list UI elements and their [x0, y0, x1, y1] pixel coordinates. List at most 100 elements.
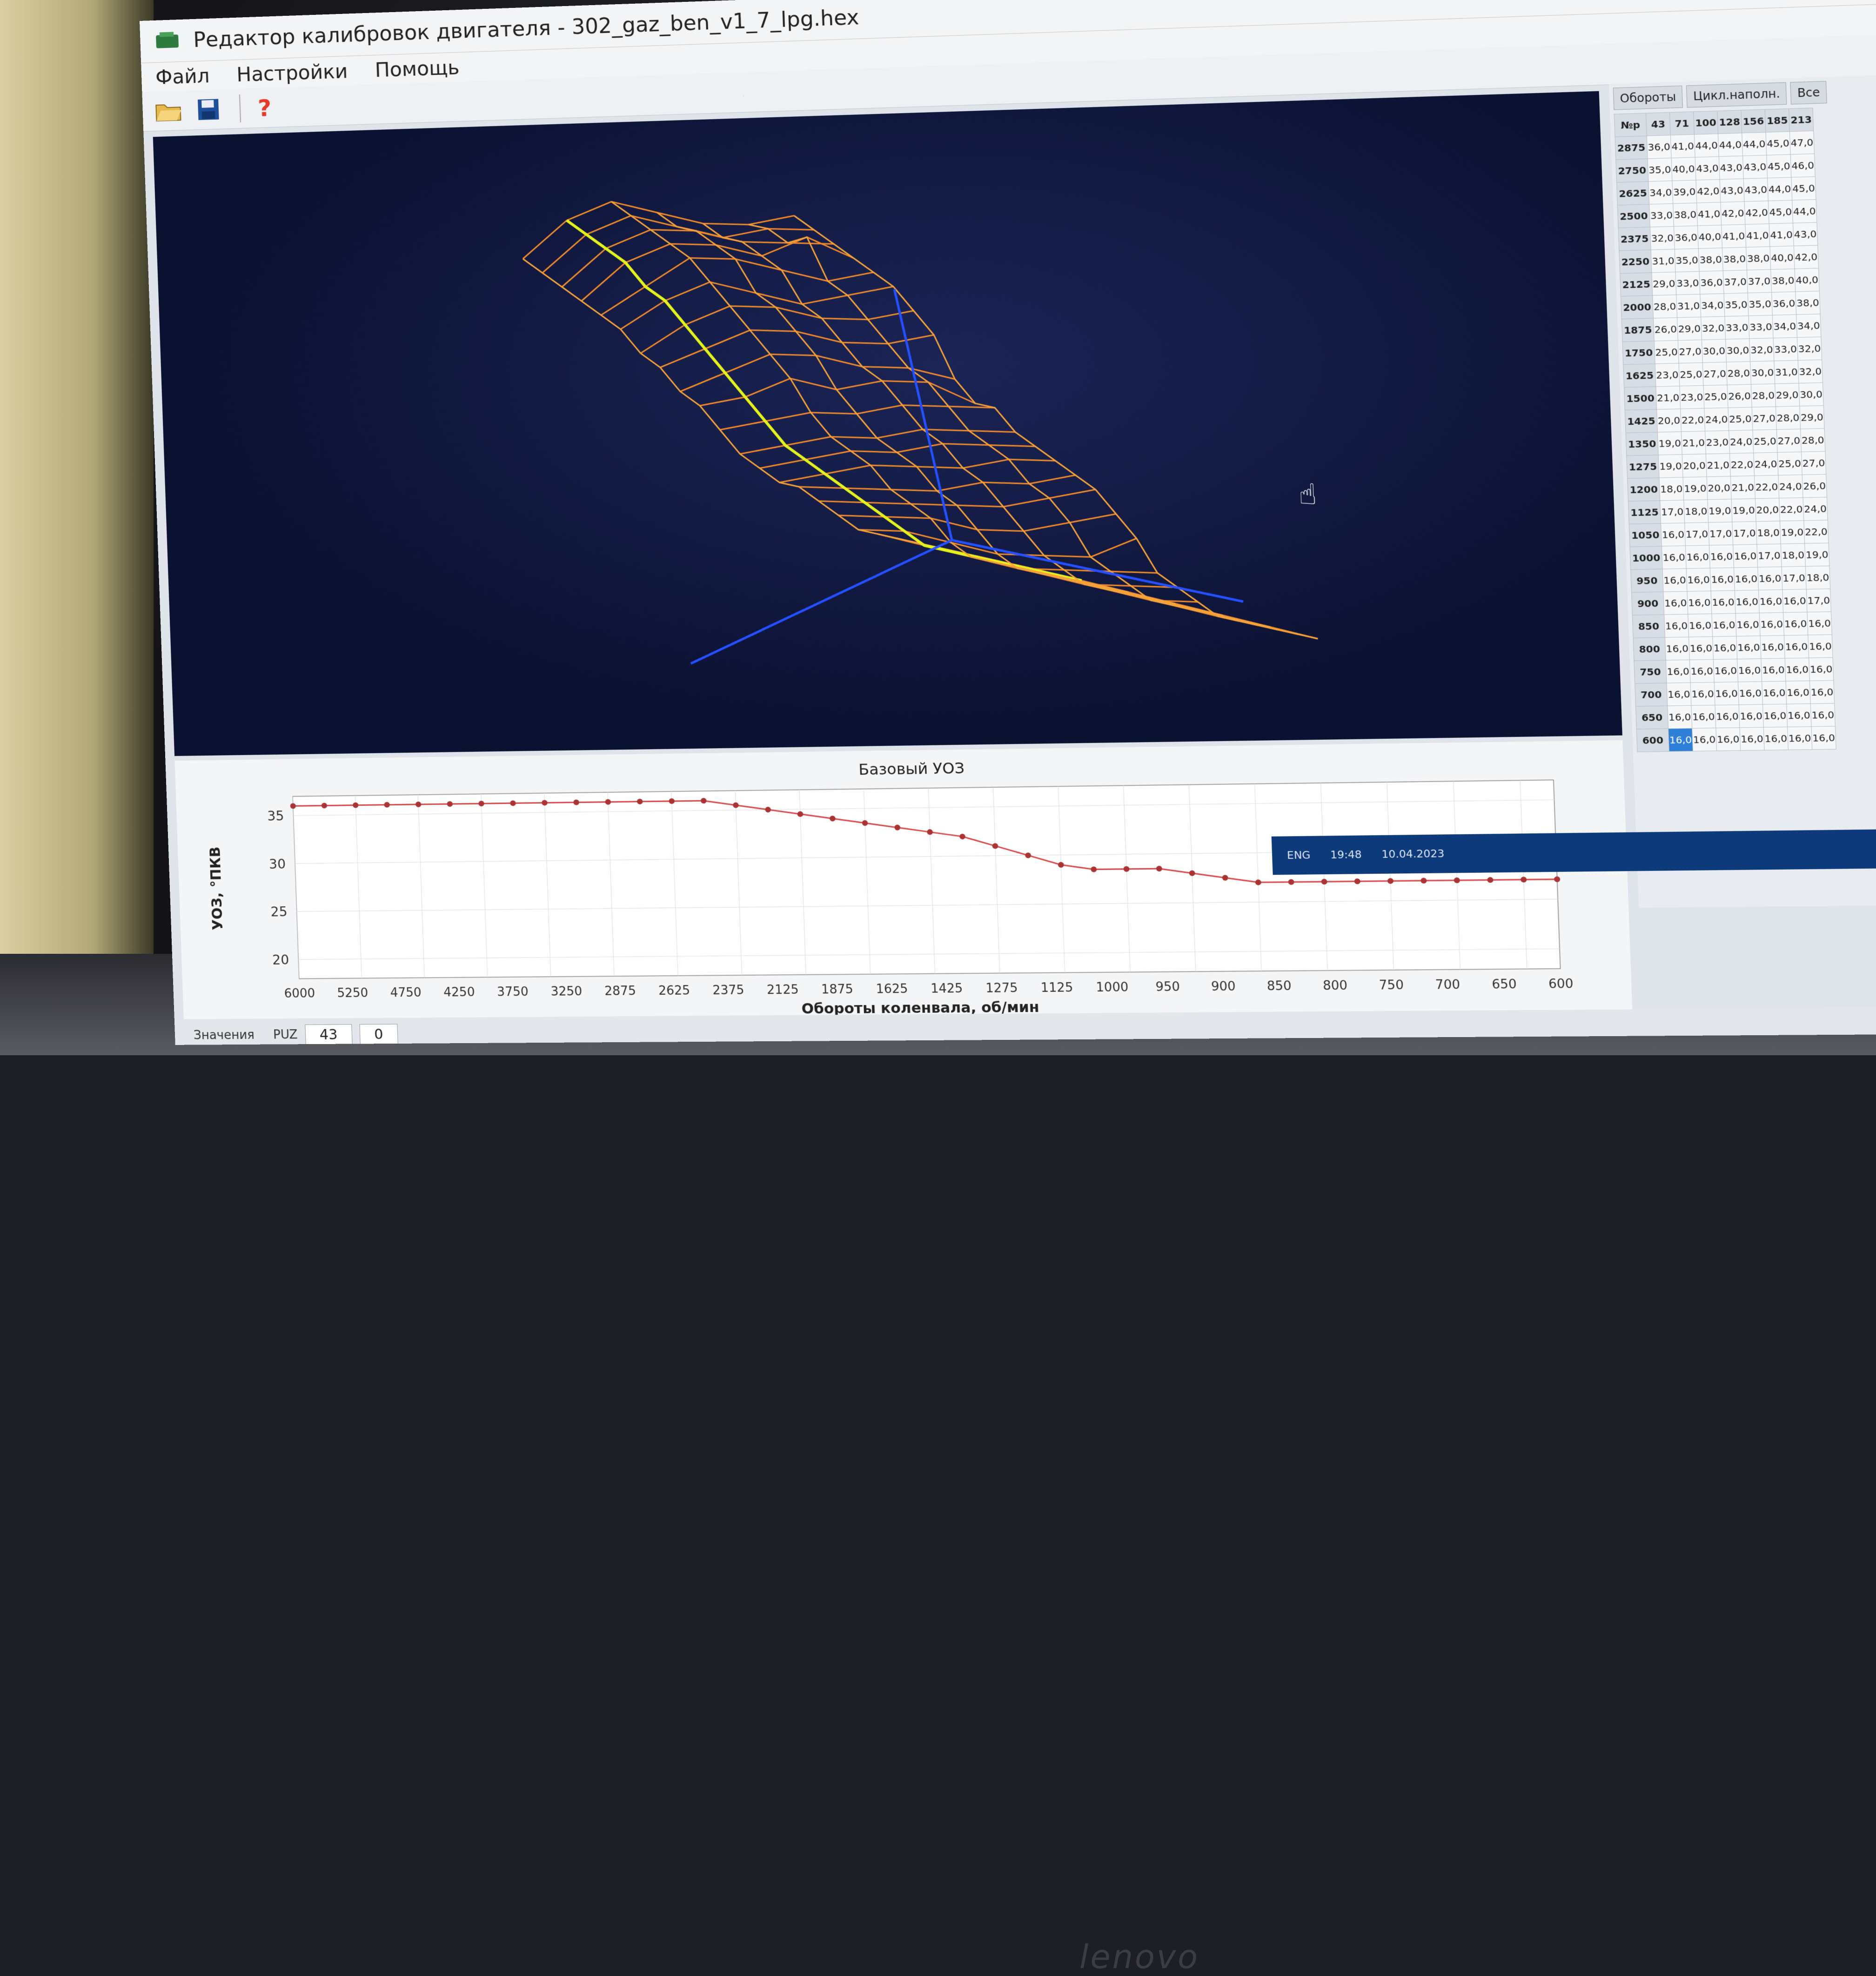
table-cell[interactable]: 18,0 — [1659, 477, 1684, 501]
table-cell[interactable]: 33,0 — [1649, 203, 1674, 228]
table-cell[interactable]: 19,0 — [1780, 520, 1805, 544]
language-indicator[interactable]: ENG — [1287, 849, 1311, 861]
table-cell[interactable]: 16,0 — [1709, 544, 1734, 569]
table-row-header[interactable]: 950 — [1630, 569, 1663, 593]
table-cell[interactable]: 45,0 — [1768, 200, 1793, 224]
table-cell[interactable]: 27,0 — [1776, 429, 1802, 453]
table-row-header[interactable]: 1200 — [1627, 477, 1660, 502]
table-row-header[interactable]: 2000 — [1621, 295, 1654, 319]
table-cell[interactable]: 40,0 — [1769, 246, 1795, 270]
table-row-header[interactable]: 1000 — [1630, 546, 1663, 570]
table-cell[interactable]: 16,0 — [1737, 658, 1762, 682]
table-cell[interactable]: 16,0 — [1761, 658, 1786, 682]
table-cell[interactable]: 22,0 — [1803, 520, 1829, 543]
table-cell[interactable]: 19,0 — [1731, 498, 1756, 522]
menu-file[interactable]: Файл — [155, 64, 210, 89]
save-disk-icon[interactable] — [192, 93, 226, 126]
table-row-header[interactable]: 2750 — [1615, 159, 1648, 183]
table-cell[interactable]: 31,0 — [1774, 360, 1799, 384]
table-cell[interactable]: 16,0 — [1711, 613, 1736, 637]
table-cell[interactable]: 16,0 — [1809, 680, 1835, 704]
close-button[interactable]: ✕ — [1868, 0, 1876, 4]
table-cell[interactable]: 16,0 — [1690, 682, 1715, 706]
table-cell[interactable]: 35,0 — [1748, 292, 1773, 316]
table-cell[interactable]: 16,0 — [1783, 612, 1808, 636]
table-cell[interactable]: 43,0 — [1720, 179, 1745, 202]
table-cell[interactable]: 36,0 — [1647, 135, 1672, 159]
table-cell[interactable]: 18,0 — [1781, 543, 1806, 567]
table-cell[interactable]: 45,0 — [1791, 176, 1816, 201]
table-row-header[interactable]: 1125 — [1628, 500, 1661, 524]
table-cell[interactable]: 24,0 — [1753, 452, 1778, 476]
table-cell[interactable]: 16,0 — [1784, 635, 1809, 658]
table-cell[interactable]: 36,0 — [1674, 226, 1699, 249]
table-cell[interactable]: 16,0 — [1739, 727, 1765, 750]
table-cell[interactable]: 16,0 — [1664, 614, 1689, 637]
table-cell[interactable]: 35,0 — [1724, 293, 1749, 317]
table-cell[interactable]: 45,0 — [1766, 154, 1791, 178]
table-cell[interactable]: 43,0 — [1695, 156, 1720, 181]
table-cell[interactable]: 44,0 — [1718, 133, 1743, 157]
table-cell[interactable]: 17,0 — [1708, 522, 1733, 545]
table-cell[interactable]: 16,0 — [1762, 681, 1787, 704]
table-cell[interactable]: 36,0 — [1771, 291, 1796, 315]
table-cell[interactable]: 23,0 — [1679, 385, 1704, 409]
table-cell[interactable]: 38,0 — [1770, 268, 1796, 293]
table-cell[interactable]: 16,0 — [1691, 705, 1716, 729]
table-cell[interactable]: 16,0 — [1667, 705, 1692, 729]
table-cell[interactable]: 33,0 — [1773, 337, 1798, 361]
table-cell[interactable]: 46,0 — [1790, 154, 1816, 178]
table-cell[interactable]: 32,0 — [1798, 360, 1823, 383]
table-cell[interactable]: 34,0 — [1700, 293, 1725, 317]
table-row-header[interactable]: 600 — [1636, 729, 1669, 752]
table-cell[interactable]: 26,0 — [1727, 384, 1752, 408]
table-cell[interactable]: 16,0 — [1759, 612, 1784, 636]
table-cell[interactable]: 16,0 — [1714, 682, 1739, 705]
table-cell[interactable]: 33,0 — [1675, 271, 1700, 295]
table-cell[interactable]: 16,0 — [1785, 658, 1810, 682]
table-cell[interactable]: 27,0 — [1678, 340, 1703, 363]
puz-value-field[interactable]: 43 — [304, 1024, 353, 1045]
table-cell[interactable]: 32,0 — [1749, 338, 1774, 362]
table-cell[interactable]: 41,0 — [1769, 223, 1794, 247]
table-cell[interactable]: 26,0 — [1653, 317, 1678, 341]
table-cell[interactable]: 28,0 — [1726, 361, 1751, 385]
table-cell[interactable]: 30,0 — [1799, 382, 1824, 406]
table-cell[interactable]: 16,0 — [1786, 703, 1811, 727]
table-row-header[interactable]: 2500 — [1617, 204, 1650, 228]
table-cell[interactable]: 16,0 — [1738, 681, 1763, 705]
table-row-header[interactable]: 1625 — [1623, 363, 1656, 388]
table-cell[interactable]: 37,0 — [1723, 270, 1748, 294]
table-cell[interactable]: 16,0 — [1735, 613, 1761, 636]
table-cell[interactable]: 28,0 — [1800, 428, 1825, 452]
table-cell[interactable]: 17,0 — [1782, 566, 1807, 590]
open-folder-icon[interactable] — [152, 94, 185, 127]
table-cell[interactable]: 38,0 — [1698, 248, 1723, 272]
table-cell[interactable]: 22,0 — [1754, 475, 1779, 499]
table-cell[interactable]: 17,0 — [1684, 522, 1709, 546]
table-cell[interactable]: 30,0 — [1702, 339, 1727, 363]
table-row-header[interactable]: 1050 — [1629, 523, 1662, 547]
table-cell[interactable]: 22,0 — [1779, 497, 1804, 521]
table-cell[interactable]: 17,0 — [1806, 589, 1831, 612]
table-row-header[interactable]: 2375 — [1618, 227, 1651, 251]
table-cell[interactable]: 25,0 — [1703, 385, 1728, 409]
table-cell[interactable]: 16,0 — [1808, 634, 1833, 658]
table-cell[interactable]: 25,0 — [1728, 407, 1753, 431]
table-cell[interactable]: 16,0 — [1710, 568, 1735, 591]
table-row-header[interactable]: 700 — [1635, 683, 1668, 707]
table-cell[interactable]: 16,0 — [1787, 726, 1812, 750]
table-cell[interactable]: 16,0 — [1692, 728, 1717, 751]
table-cell[interactable]: 16,0 — [1665, 637, 1690, 661]
table-cell[interactable]: 16,0 — [1758, 589, 1783, 613]
table-cell[interactable]: 38,0 — [1673, 203, 1698, 227]
table-cell[interactable]: 27,0 — [1752, 407, 1777, 430]
table-cell[interactable]: 16,0 — [1782, 589, 1807, 613]
table-cell[interactable]: 16,0 — [1757, 567, 1782, 590]
table-cell[interactable]: 16,0 — [1688, 636, 1714, 660]
table-cell[interactable]: 24,0 — [1704, 408, 1729, 431]
table-row-header[interactable]: 2250 — [1619, 249, 1652, 274]
table-cell[interactable]: 41,0 — [1696, 202, 1722, 226]
table-row-header[interactable]: 2125 — [1620, 272, 1653, 296]
y-axis-combo[interactable]: Цикл.наполн. — [1686, 82, 1787, 108]
